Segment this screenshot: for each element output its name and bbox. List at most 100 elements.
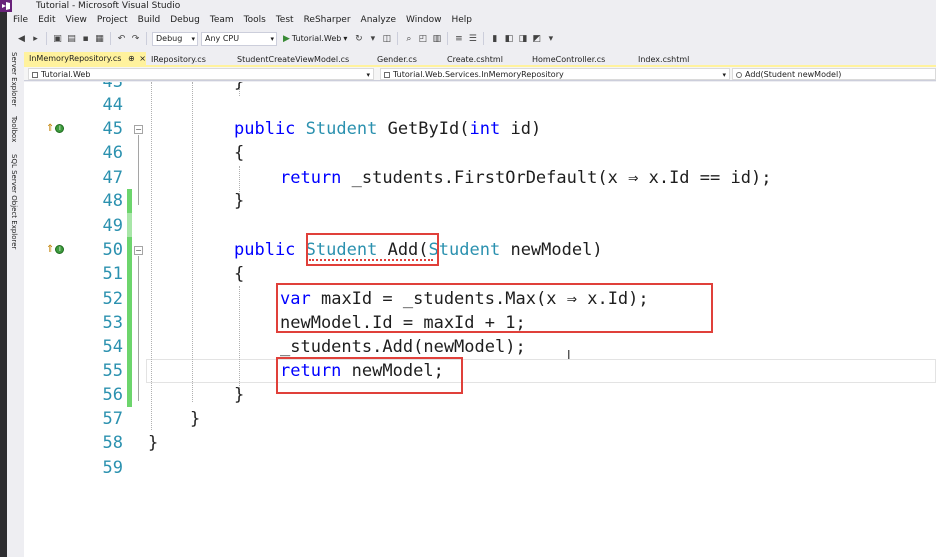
menu-bar: File Edit View Project Build Debug Team … [0, 13, 936, 28]
interface-icon: I [55, 244, 65, 254]
menu-window[interactable]: Window [401, 13, 447, 28]
standard-toolbar: ◀ ▸ ▣ ▤ ▪ ▦ ↶ ↷ Debug ▾ Any CPU ▾ ▶ Tuto… [0, 29, 936, 48]
find-in-files-icon[interactable]: ⌕ [403, 32, 414, 46]
toolbar-separator [397, 32, 399, 45]
tab-label: IRepository.cs [151, 55, 206, 64]
project-value: Tutorial.Web [41, 70, 91, 79]
toolbox-tab[interactable]: Toolbox [10, 116, 18, 142]
chevron-down-icon: ▾ [366, 71, 370, 79]
code-line: } [234, 82, 245, 92]
solution-platform-dropdown[interactable]: Any CPU ▾ [201, 31, 277, 46]
solution-configuration-dropdown[interactable]: Debug ▾ [152, 31, 198, 46]
chevron-down-icon: ▾ [191, 34, 195, 43]
line-number: 48 [102, 191, 123, 211]
implements-member-icon[interactable]: ⇑ I [46, 243, 66, 255]
sql-server-object-explorer-tab[interactable]: SQL Server Object Explorer [10, 154, 18, 249]
pin-icon[interactable]: ⊕ [128, 54, 135, 63]
implements-member-icon[interactable]: ⇑ I [46, 122, 66, 134]
menu-debug[interactable]: Debug [165, 13, 205, 28]
menu-file[interactable]: File [8, 13, 33, 28]
annotation-box [276, 283, 713, 333]
visual-studio-logo-icon [0, 0, 12, 12]
chevron-down-icon[interactable]: ▾ [367, 32, 378, 46]
browser-link-icon[interactable]: ◫ [381, 32, 392, 46]
collapse-toggle[interactable]: − [134, 246, 143, 255]
navigation-bar: Tutorial.Web ▾ Tutorial.Web.Services.InM… [24, 67, 936, 81]
chevron-down-icon: ▾ [722, 71, 726, 79]
line-number: 52 [102, 289, 123, 309]
tab-label: Index.cshtml [638, 55, 690, 64]
start-project-label: Tutorial.Web [291, 34, 342, 43]
menu-edit[interactable]: Edit [33, 13, 60, 28]
menu-view[interactable]: View [61, 13, 92, 28]
step-icon[interactable]: ◰ [417, 32, 428, 46]
menu-help[interactable]: Help [447, 13, 478, 28]
outline-icon[interactable]: ▥ [431, 32, 442, 46]
document-tab-well: InMemoryRepository.cs ⊕ × IRepository.cs… [24, 50, 936, 66]
menu-tools[interactable]: Tools [239, 13, 271, 28]
bookmark-icon[interactable]: ▮ [489, 32, 500, 46]
class-icon [384, 72, 390, 78]
project-icon [32, 72, 38, 78]
save-all-icon[interactable]: ▦ [94, 32, 105, 46]
undo-icon[interactable]: ↶ [116, 32, 127, 46]
line-number: 47 [102, 168, 123, 188]
window-title: Tutorial - Microsoft Visual Studio [36, 1, 181, 11]
text-cursor-icon: I [567, 348, 571, 362]
tab-label: Create.cshtml [447, 55, 503, 64]
indent-guide [192, 82, 193, 402]
line-number: 57 [102, 409, 123, 429]
code-line: } [234, 385, 245, 405]
current-line-highlight [146, 359, 936, 383]
clear-bookmarks-icon[interactable]: ◩ [531, 32, 542, 46]
next-bookmark-icon[interactable]: ◨ [517, 32, 528, 46]
member-value: Add(Student newModel) [745, 70, 842, 79]
change-bar [127, 237, 132, 407]
collapse-toggle[interactable]: − [134, 125, 143, 134]
menu-analyze[interactable]: Analyze [356, 13, 401, 28]
code-line: } [190, 409, 201, 429]
tab-label: StudentCreateViewModel.cs [237, 55, 350, 64]
fold-line [138, 256, 139, 401]
line-number: 53 [102, 313, 123, 333]
redo-icon[interactable]: ↷ [130, 32, 141, 46]
code-editor[interactable]: − − ⇑ I ⇑ I 43 44 45 46 47 48 49 50 51 52 … [24, 82, 936, 557]
menu-build[interactable]: Build [133, 13, 166, 28]
toolbar-separator [110, 32, 111, 45]
line-number: 44 [102, 95, 123, 115]
line-number: 56 [102, 385, 123, 405]
open-file-icon[interactable]: ▤ [66, 32, 77, 46]
navigate-back-icon[interactable]: ◀ [16, 32, 27, 46]
menu-test[interactable]: Test [271, 13, 299, 28]
save-icon[interactable]: ▪ [80, 32, 91, 46]
code-line: public Student GetById(int id) [234, 119, 542, 139]
comment-icon[interactable]: ≡ [453, 32, 464, 46]
prev-bookmark-icon[interactable]: ◧ [503, 32, 514, 46]
new-project-icon[interactable]: ▣ [52, 32, 63, 46]
uncomment-icon[interactable]: ☰ [467, 32, 478, 46]
interface-icon: I [55, 123, 65, 133]
project-dropdown[interactable]: Tutorial.Web ▾ [28, 68, 374, 80]
arrow-up-icon: ⇑ [46, 243, 55, 255]
close-icon[interactable]: × [139, 54, 146, 63]
member-dropdown[interactable]: Add(Student newModel) [732, 68, 936, 80]
tab-inmemoryrepository[interactable]: InMemoryRepository.cs ⊕ × [24, 52, 146, 66]
refresh-icon[interactable]: ↻ [353, 32, 364, 46]
line-number: 58 [102, 433, 123, 453]
line-number: 50 [102, 240, 123, 260]
play-icon: ▶ [283, 33, 290, 44]
change-bar [127, 213, 132, 237]
menu-project[interactable]: Project [92, 13, 133, 28]
side-tool-strip: Server Explorer Toolbox SQL Server Objec… [7, 50, 24, 557]
toolbar-overflow-icon[interactable]: ▾ [545, 32, 556, 46]
line-number: 55 [102, 361, 123, 381]
navigate-forward-icon[interactable]: ▸ [30, 32, 41, 46]
class-dropdown[interactable]: Tutorial.Web.Services.InMemoryRepository… [380, 68, 730, 80]
chevron-down-icon: ▾ [270, 34, 274, 43]
server-explorer-tab[interactable]: Server Explorer [10, 52, 18, 106]
code-line: return _students.FirstOrDefault(x ⇒ x.Id… [280, 168, 772, 188]
menu-resharper[interactable]: ReSharper [299, 13, 356, 28]
start-debugging-button[interactable]: ▶ Tutorial.Web ▾ [280, 34, 350, 44]
menu-team[interactable]: Team [205, 13, 239, 28]
class-value: Tutorial.Web.Services.InMemoryRepository [393, 70, 564, 79]
